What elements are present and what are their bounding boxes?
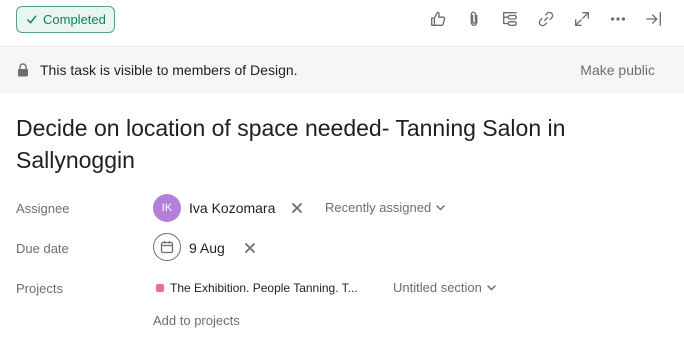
task-title[interactable]: Decide on location of space needed- Tann… — [16, 112, 656, 176]
due-date-value[interactable]: 9 Aug — [189, 240, 225, 256]
chevron-down-icon — [436, 204, 445, 210]
subtask-icon[interactable] — [499, 8, 521, 30]
expand-icon[interactable] — [571, 8, 593, 30]
task-toolbar: Completed — [0, 0, 684, 47]
project-name[interactable]: The Exhibition. People Tanning. T... — [170, 281, 358, 295]
checkmark-icon — [27, 15, 37, 24]
section-label: Untitled section — [393, 280, 482, 295]
thumbs-up-icon[interactable] — [427, 8, 449, 30]
recently-assigned-label: Recently assigned — [325, 200, 432, 215]
recently-assigned-dropdown[interactable]: Recently assigned — [325, 200, 445, 215]
calendar-icon[interactable] — [153, 233, 181, 261]
avatar[interactable]: IK — [153, 194, 181, 222]
assignee-label: Assignee — [16, 201, 70, 216]
link-icon[interactable] — [535, 8, 557, 30]
close-pane-icon[interactable] — [643, 8, 665, 30]
lock-icon — [18, 63, 28, 77]
privacy-banner: This task is visible to members of Desig… — [0, 48, 684, 93]
avatar-initials: IK — [161, 202, 173, 214]
due-date-label: Due date — [16, 241, 69, 256]
projects-label: Projects — [16, 281, 63, 296]
add-to-projects-button[interactable]: Add to projects — [153, 313, 240, 328]
chevron-down-icon — [487, 284, 496, 290]
attachment-icon[interactable] — [463, 8, 485, 30]
completed-button[interactable]: Completed — [16, 6, 115, 33]
make-public-button[interactable]: Make public — [580, 62, 655, 78]
privacy-message: This task is visible to members of Desig… — [40, 62, 298, 78]
assignee-name[interactable]: Iva Kozomara — [189, 200, 275, 216]
project-color-dot — [156, 284, 164, 292]
more-icon[interactable] — [607, 8, 629, 30]
remove-assignee-icon[interactable] — [290, 201, 304, 215]
section-dropdown[interactable]: Untitled section — [393, 280, 496, 295]
completed-label: Completed — [43, 12, 106, 27]
remove-due-date-icon[interactable] — [243, 241, 257, 255]
